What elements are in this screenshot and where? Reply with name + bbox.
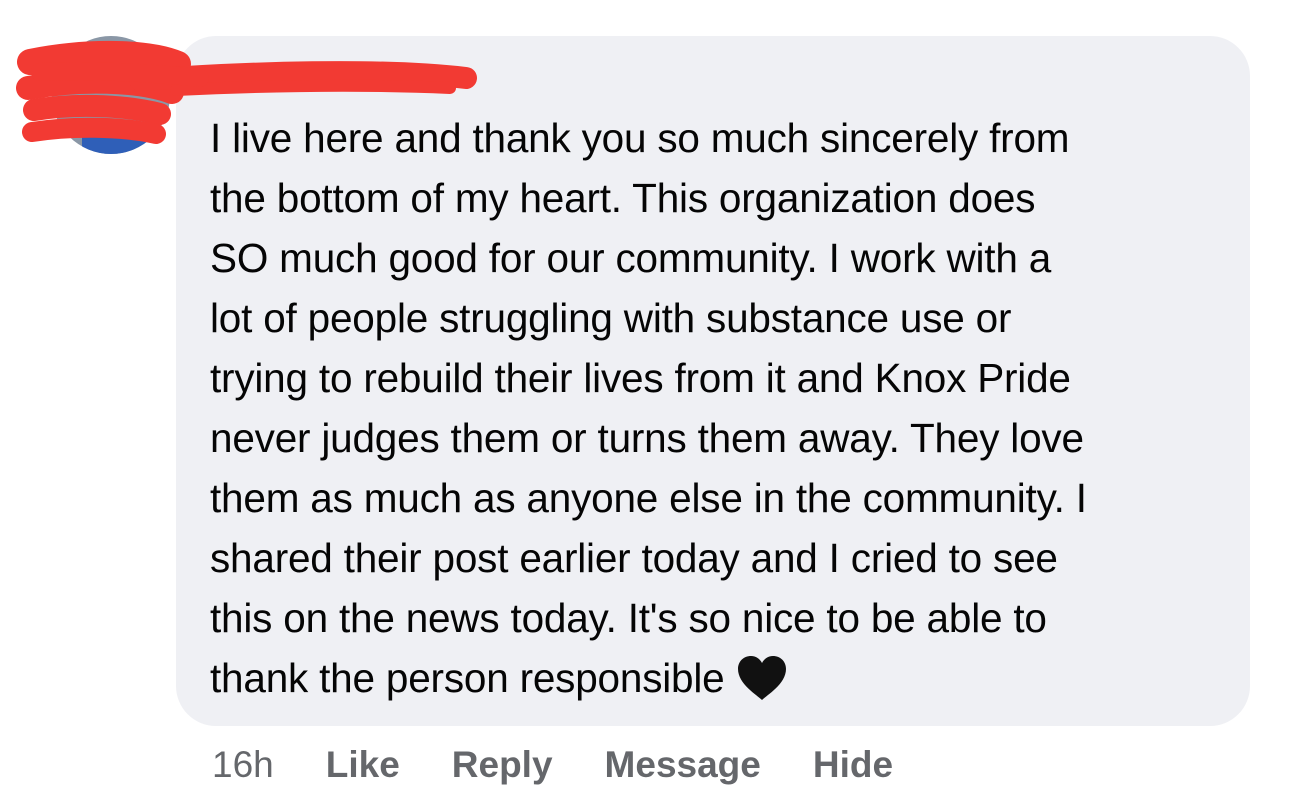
reply-button[interactable]: Reply xyxy=(452,744,553,786)
comment-screen: I live here and thank you so much sincer… xyxy=(0,0,1290,800)
comment-line: them as much as anyone else in the commu… xyxy=(210,475,1087,521)
comment-line: lot of people struggling with substance … xyxy=(210,295,1012,341)
comment-line: trying to rebuild their lives from it an… xyxy=(210,355,1071,401)
comment-line: never judges them or turns them away. Th… xyxy=(210,415,1084,461)
like-button[interactable]: Like xyxy=(326,744,400,786)
comment-line: I live here and thank you so much sincer… xyxy=(210,115,1070,161)
hide-button[interactable]: Hide xyxy=(813,744,893,786)
comment-line: SO much good for our community. I work w… xyxy=(210,235,1052,281)
comment-line-text: thank the person responsible xyxy=(210,655,725,701)
comment-line: thank the person responsible xyxy=(210,648,1230,708)
comment-text: I live here and thank you so much sincer… xyxy=(210,108,1230,708)
comment-line: the bottom of my heart. This organizatio… xyxy=(210,175,1036,221)
timestamp[interactable]: 16h xyxy=(212,744,274,786)
comment-line: shared their post earlier today and I cr… xyxy=(210,535,1058,581)
black-heart-icon xyxy=(737,656,786,700)
comment-line: this on the news today. It's so nice to … xyxy=(210,595,1047,641)
comment-actions: 16h Like Reply Message Hide xyxy=(212,742,945,788)
avatar[interactable] xyxy=(52,36,170,154)
message-button[interactable]: Message xyxy=(605,744,761,786)
